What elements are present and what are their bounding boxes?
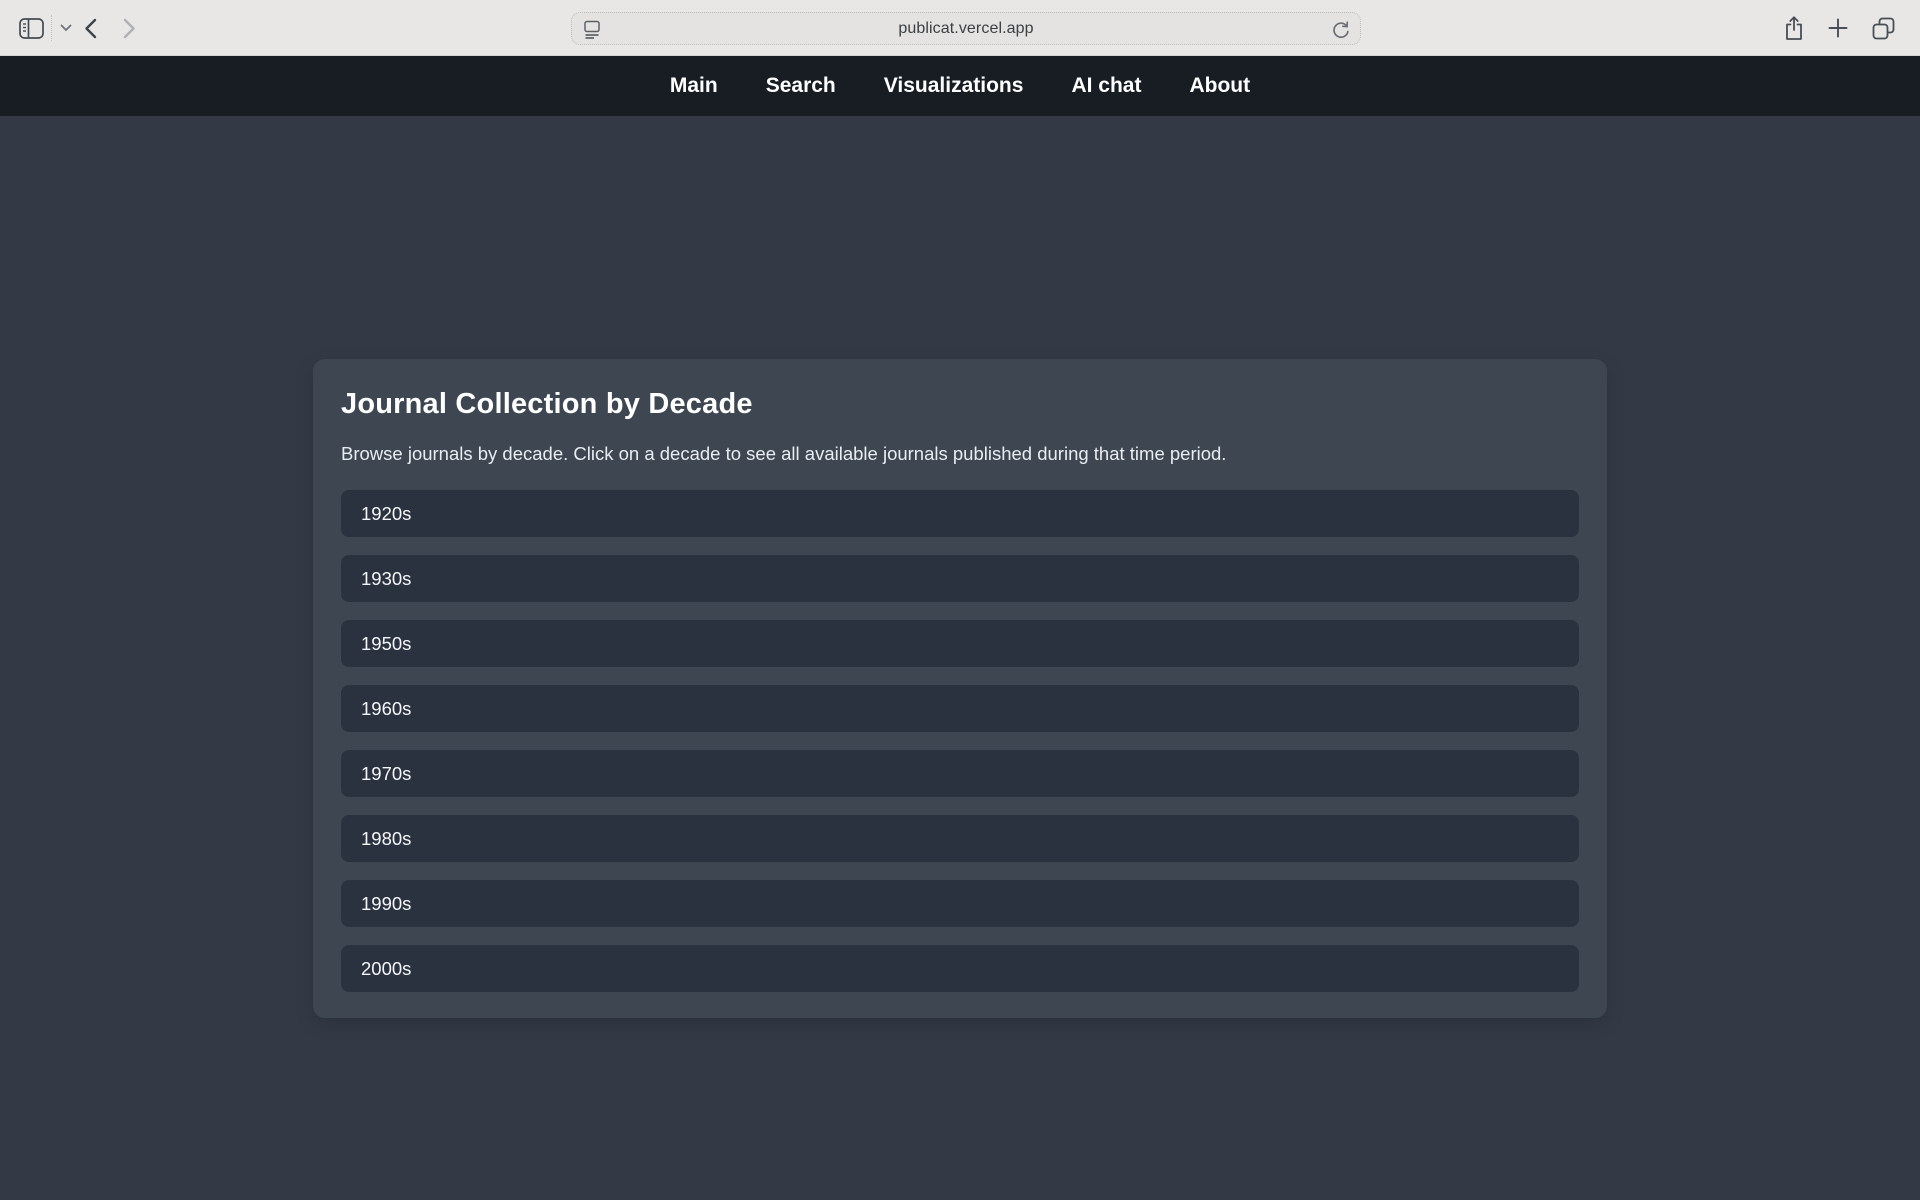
nav-item-ai-chat[interactable]: AI chat — [1065, 70, 1147, 102]
forward-icon[interactable] — [123, 18, 136, 39]
decade-button-1960s[interactable]: 1960s — [341, 685, 1579, 732]
decade-button-1930s[interactable]: 1930s — [341, 555, 1579, 602]
back-icon[interactable] — [84, 18, 97, 39]
decade-button-2000s[interactable]: 2000s — [341, 945, 1579, 992]
decade-button-1990s[interactable]: 1990s — [341, 880, 1579, 927]
nav-item-main[interactable]: Main — [664, 70, 724, 102]
url-text: publicat.vercel.app — [572, 20, 1360, 38]
new-tab-icon[interactable] — [1828, 18, 1848, 38]
page-title: Journal Collection by Decade — [341, 359, 1579, 421]
address-bar[interactable]: publicat.vercel.app — [571, 12, 1361, 45]
browser-toolbar: publicat.vercel.app — [0, 0, 1920, 56]
journal-collection-card: Journal Collection by Decade Browse jour… — [313, 359, 1607, 1018]
page-settings-icon[interactable] — [583, 20, 601, 39]
site-navbar: Main Search Visualizations AI chat About — [0, 56, 1920, 116]
nav-item-visualizations[interactable]: Visualizations — [878, 70, 1030, 102]
toolbar-right-controls — [1783, 0, 1896, 56]
reload-icon[interactable] — [1331, 19, 1351, 40]
decade-button-1980s[interactable]: 1980s — [341, 815, 1579, 862]
nav-item-search[interactable]: Search — [760, 70, 842, 102]
page-description: Browse journals by decade. Click on a de… — [341, 443, 1579, 465]
sidebar-toggle-icon[interactable] — [18, 16, 45, 41]
decade-button-1920s[interactable]: 1920s — [341, 490, 1579, 537]
toolbar-left-controls — [18, 0, 136, 56]
share-icon[interactable] — [1783, 15, 1805, 41]
decade-button-1970s[interactable]: 1970s — [341, 750, 1579, 797]
decade-button-1950s[interactable]: 1950s — [341, 620, 1579, 667]
toolbar-divider — [51, 15, 52, 41]
sidebar-chevron-down-icon[interactable] — [60, 24, 72, 32]
tab-overview-icon[interactable] — [1871, 16, 1896, 41]
decade-list: 1920s 1930s 1950s 1960s 1970s 1980s 1990… — [341, 490, 1579, 992]
nav-item-about[interactable]: About — [1183, 70, 1256, 102]
